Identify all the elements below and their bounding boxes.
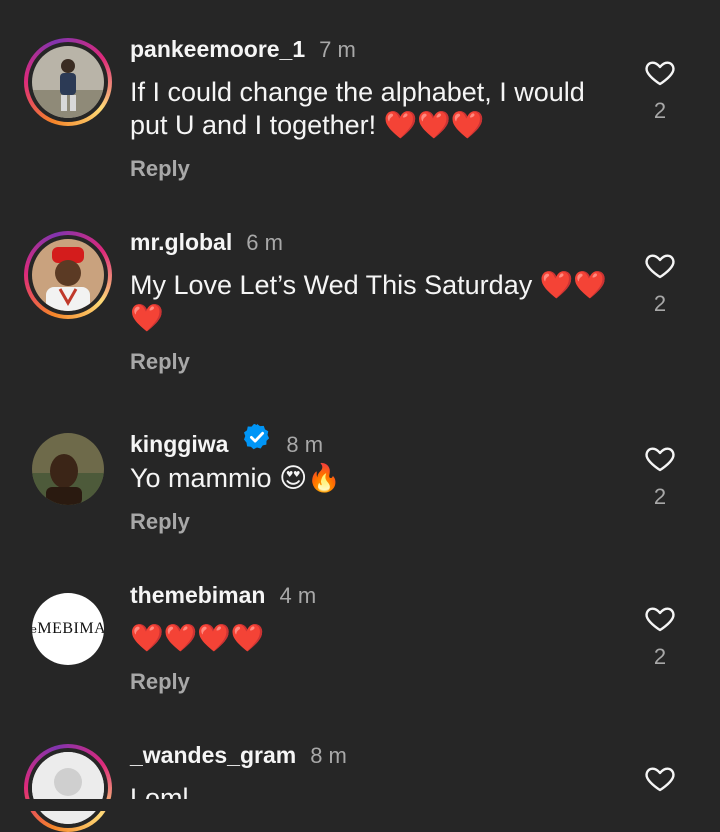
avatar[interactable] xyxy=(24,231,112,319)
heart-outline-icon[interactable] xyxy=(643,602,677,634)
username[interactable]: _wandes_gram xyxy=(130,742,296,769)
like-control[interactable] xyxy=(640,762,680,794)
heart-outline-icon[interactable] xyxy=(643,762,677,794)
reply-button[interactable]: Reply xyxy=(130,669,190,695)
like-control[interactable]: 2 xyxy=(640,56,680,124)
heart-emojis: ❤️❤️❤️❤️ xyxy=(130,623,265,653)
avatar[interactable]: theMEBIMAN xyxy=(32,593,104,665)
username[interactable]: themebiman xyxy=(130,582,265,609)
username[interactable]: pankeemoore_1 xyxy=(130,36,305,63)
comment-text: Yo mammio 😍🔥 xyxy=(130,463,341,493)
avatar[interactable] xyxy=(32,433,104,505)
comment-text: My Love Let’s Wed This Saturday ❤️❤️❤️ xyxy=(130,270,607,333)
brand-logo: theMEBIMAN xyxy=(32,593,104,665)
like-control[interactable]: 2 xyxy=(640,249,680,317)
timestamp: 4 m xyxy=(279,583,317,608)
heart-outline-icon[interactable] xyxy=(643,442,677,474)
comment-text: ❤️❤️❤️❤️ xyxy=(130,622,620,655)
timestamp: 7 m xyxy=(319,37,356,62)
timestamp: 8 m xyxy=(310,743,347,768)
avatar[interactable] xyxy=(24,744,112,832)
like-count: 2 xyxy=(653,644,667,669)
like-control[interactable]: 2 xyxy=(640,602,680,670)
like-count: 2 xyxy=(653,98,667,123)
timestamp: 6 m xyxy=(246,230,283,255)
heart-outline-icon[interactable] xyxy=(643,56,677,88)
username[interactable]: kinggiwa xyxy=(130,431,228,458)
reply-button[interactable]: Reply xyxy=(130,156,190,182)
like-count: 2 xyxy=(653,291,667,316)
like-count: 2 xyxy=(653,484,667,509)
like-control[interactable]: 2 xyxy=(640,442,680,510)
timestamp: 8 m xyxy=(286,432,324,457)
avatar[interactable] xyxy=(24,38,112,126)
reply-button[interactable]: Reply xyxy=(130,509,190,535)
comment-text: If I could change the alphabet, I would … xyxy=(130,77,585,140)
username[interactable]: mr.global xyxy=(130,229,232,256)
emojis: 😍🔥 xyxy=(279,463,341,493)
bottom-edge xyxy=(0,799,720,811)
reply-button[interactable]: Reply xyxy=(130,349,190,375)
verified-badge-icon xyxy=(244,423,270,450)
heart-emojis: ❤️❤️❤️ xyxy=(383,110,485,140)
heart-outline-icon[interactable] xyxy=(643,249,677,281)
